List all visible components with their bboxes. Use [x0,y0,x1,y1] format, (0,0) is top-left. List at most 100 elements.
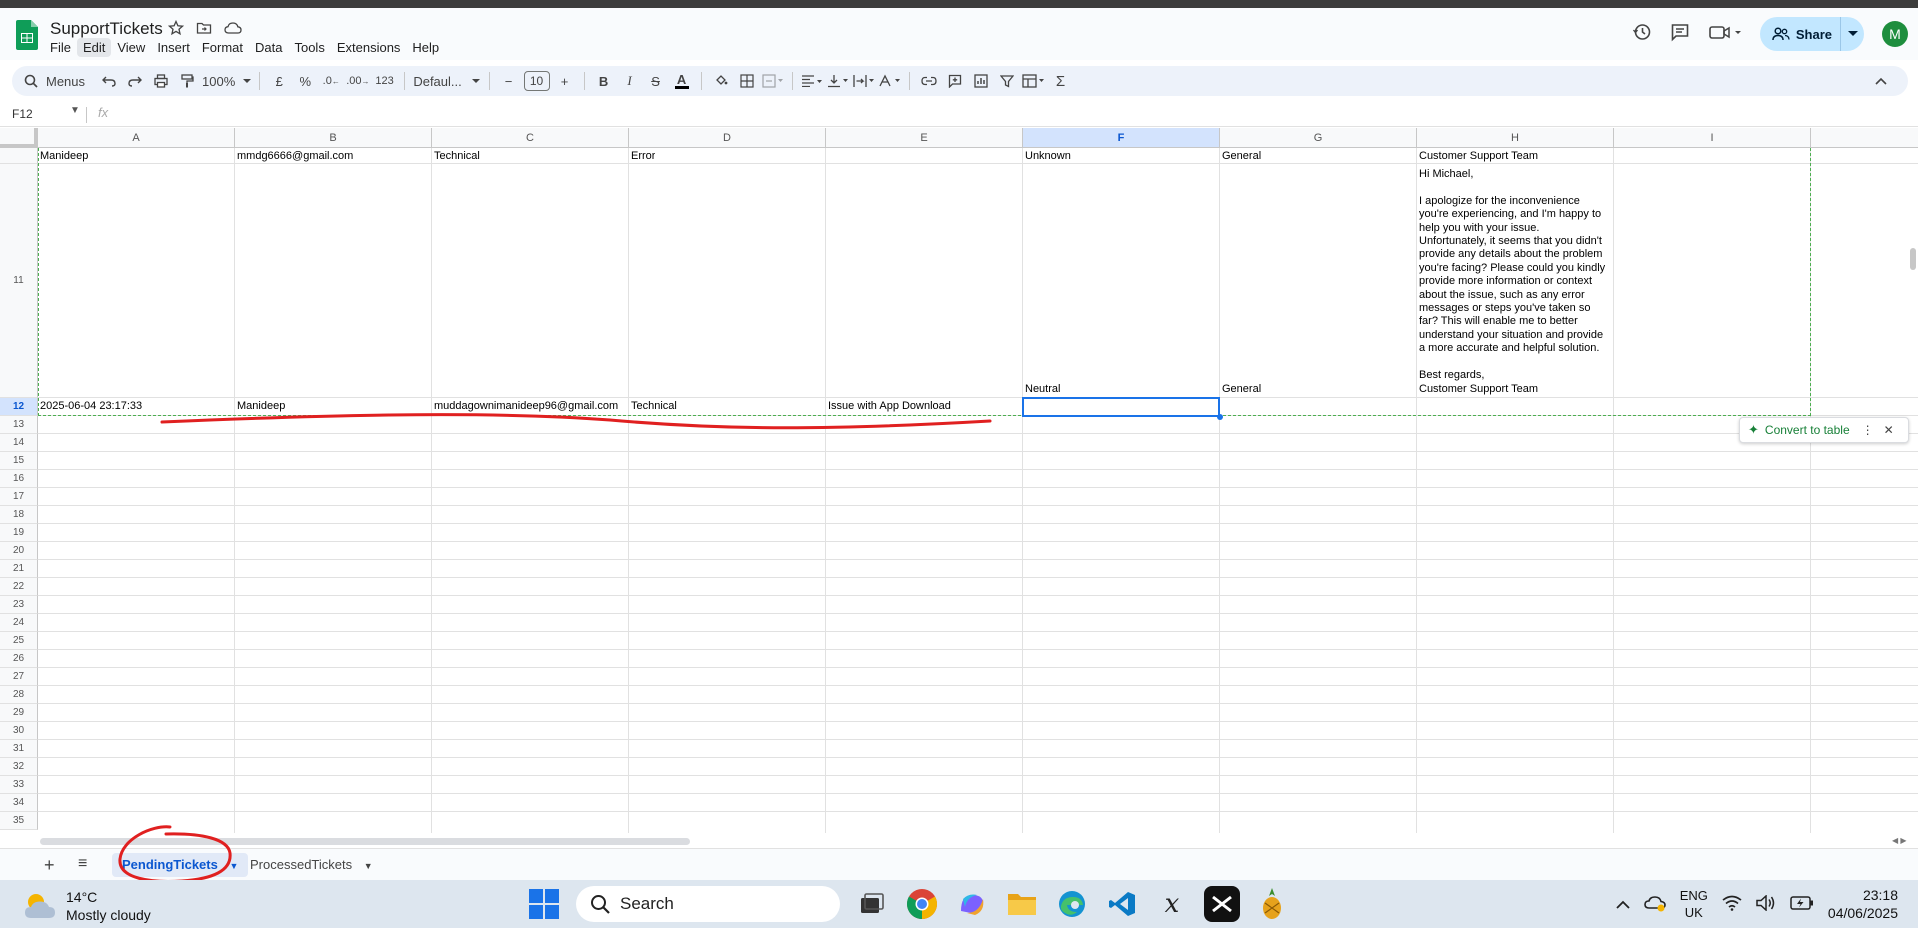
selected-cell-f12[interactable] [1022,397,1220,417]
row-header-19[interactable]: 19 [0,524,38,542]
menu-file[interactable]: File [44,38,77,57]
row-header-23[interactable]: 23 [0,596,38,614]
share-options-button[interactable] [1840,17,1864,51]
row-header-13[interactable]: 13 [0,416,38,434]
row-header-33[interactable]: 33 [0,776,38,794]
pineapple-app-icon[interactable] [1254,886,1290,922]
more-options-icon[interactable]: ⋮ [1862,423,1874,437]
row-header-26[interactable]: 26 [0,650,38,668]
decrease-font-size-icon[interactable]: − [498,69,520,93]
column-header-f[interactable]: F [1023,128,1220,148]
scroll-left-arrow-icon[interactable]: ◀ ▶ [1892,836,1907,845]
increase-font-size-icon[interactable]: + [554,69,576,93]
increase-decimal-button[interactable]: .00 → [346,69,369,93]
menu-data[interactable]: Data [249,38,288,57]
column-header-e[interactable]: E [826,128,1023,148]
column-header-h[interactable]: H [1417,128,1614,148]
volume-icon[interactable] [1756,893,1776,914]
row-header-14[interactable]: 14 [0,434,38,452]
windows-start-icon[interactable] [526,886,562,922]
edge-icon[interactable] [1054,886,1090,922]
column-header-d[interactable]: D [629,128,826,148]
name-box-chevron-down-icon[interactable]: ▼ [70,105,80,116]
chevron-down-icon[interactable]: ▼ [364,861,373,871]
row-header-18[interactable]: 18 [0,506,38,524]
onedrive-status-icon[interactable] [1643,894,1666,915]
close-icon[interactable]: ✕ [1884,423,1894,437]
paint-format-icon[interactable] [176,69,198,93]
decrease-decimal-button[interactable]: .0 ← [320,69,342,93]
chrome-icon[interactable] [904,886,940,922]
spreadsheet-grid[interactable]: A B C D E F G H I 11 12 13 14 15 16 17 1… [0,128,1918,833]
select-all-corner[interactable] [0,128,38,148]
hide-menus-chevron-up-icon[interactable] [1870,69,1892,93]
row-header-29[interactable]: 29 [0,704,38,722]
undo-icon[interactable] [98,69,120,93]
row-header-32[interactable]: 32 [0,758,38,776]
strikethrough-icon[interactable]: S [645,69,667,93]
row-header-21[interactable]: 21 [0,560,38,578]
avatar[interactable]: M [1882,21,1908,47]
menu-format[interactable]: Format [196,38,249,57]
file-explorer-icon[interactable] [1004,886,1040,922]
more-formats-button[interactable]: 123 [374,69,396,93]
xcode-like-app-icon[interactable]: 𝑥 [1154,886,1190,922]
vertical-scrollbar[interactable] [1910,248,1916,270]
menu-insert[interactable]: Insert [151,38,196,57]
weather-widget[interactable]: 14°C Mostly cloudy [22,888,151,924]
capcut-icon[interactable] [1204,886,1240,922]
taskbar-search[interactable]: Search [576,886,840,922]
column-header-j[interactable] [1811,128,1918,148]
italic-icon[interactable]: I [619,69,641,93]
menu-help[interactable]: Help [406,38,445,57]
row-header-34[interactable]: 34 [0,794,38,812]
horizontal-scrollbar[interactable] [40,838,690,845]
row-header-35[interactable]: 35 [0,812,38,830]
move-folder-icon[interactable] [196,20,214,38]
row-header-17[interactable]: 17 [0,488,38,506]
bold-icon[interactable]: B [593,69,615,93]
row-header-30[interactable]: 30 [0,722,38,740]
text-wrapping-icon[interactable] [852,69,875,93]
merge-cells-icon[interactable] [761,69,784,93]
fill-handle[interactable] [1217,414,1223,420]
row-header-15[interactable]: 15 [0,452,38,470]
clock[interactable]: 23:18 04/06/2025 [1828,886,1898,922]
insert-comment-icon[interactable] [944,69,966,93]
redo-icon[interactable] [124,69,146,93]
comments-icon[interactable] [1670,22,1690,47]
filter-views-icon[interactable] [1021,69,1046,93]
percent-format-button[interactable]: % [294,69,316,93]
row-header-25[interactable]: 25 [0,632,38,650]
functions-icon[interactable]: Σ [1050,69,1072,93]
menu-tools[interactable]: Tools [288,38,330,57]
cloud-saved-icon[interactable] [224,20,242,38]
sheets-logo-icon[interactable] [16,20,38,50]
meet-icon[interactable] [1708,22,1742,47]
row-header-31[interactable]: 31 [0,740,38,758]
chevron-down-icon[interactable]: ▼ [229,861,238,871]
column-header-c[interactable]: C [432,128,629,148]
filter-icon[interactable] [996,69,1018,93]
row-header-24[interactable]: 24 [0,614,38,632]
show-hidden-icons-chevron-up-icon[interactable] [1616,897,1630,912]
column-header-a[interactable]: A [38,128,235,148]
copilot-icon[interactable] [954,886,990,922]
row-header-20[interactable]: 20 [0,542,38,560]
insert-link-icon[interactable] [918,69,940,93]
insert-chart-icon[interactable] [970,69,992,93]
text-rotation-icon[interactable] [878,69,901,93]
menu-extensions[interactable]: Extensions [331,38,407,57]
column-header-g[interactable]: G [1220,128,1417,148]
star-icon[interactable] [167,19,186,38]
vscode-icon[interactable] [1104,886,1140,922]
font-size-input[interactable]: 10 [523,71,550,91]
column-header-i[interactable]: I [1614,128,1811,148]
text-color-icon[interactable]: A [671,69,693,93]
wifi-icon[interactable] [1722,895,1742,914]
row-header-27[interactable]: 27 [0,668,38,686]
search-menus[interactable]: Menus [24,69,94,93]
row-header-28[interactable]: 28 [0,686,38,704]
tab-pendingtickets[interactable]: PendingTickets ▼ [112,853,249,877]
battery-charging-icon[interactable] [1790,895,1814,913]
